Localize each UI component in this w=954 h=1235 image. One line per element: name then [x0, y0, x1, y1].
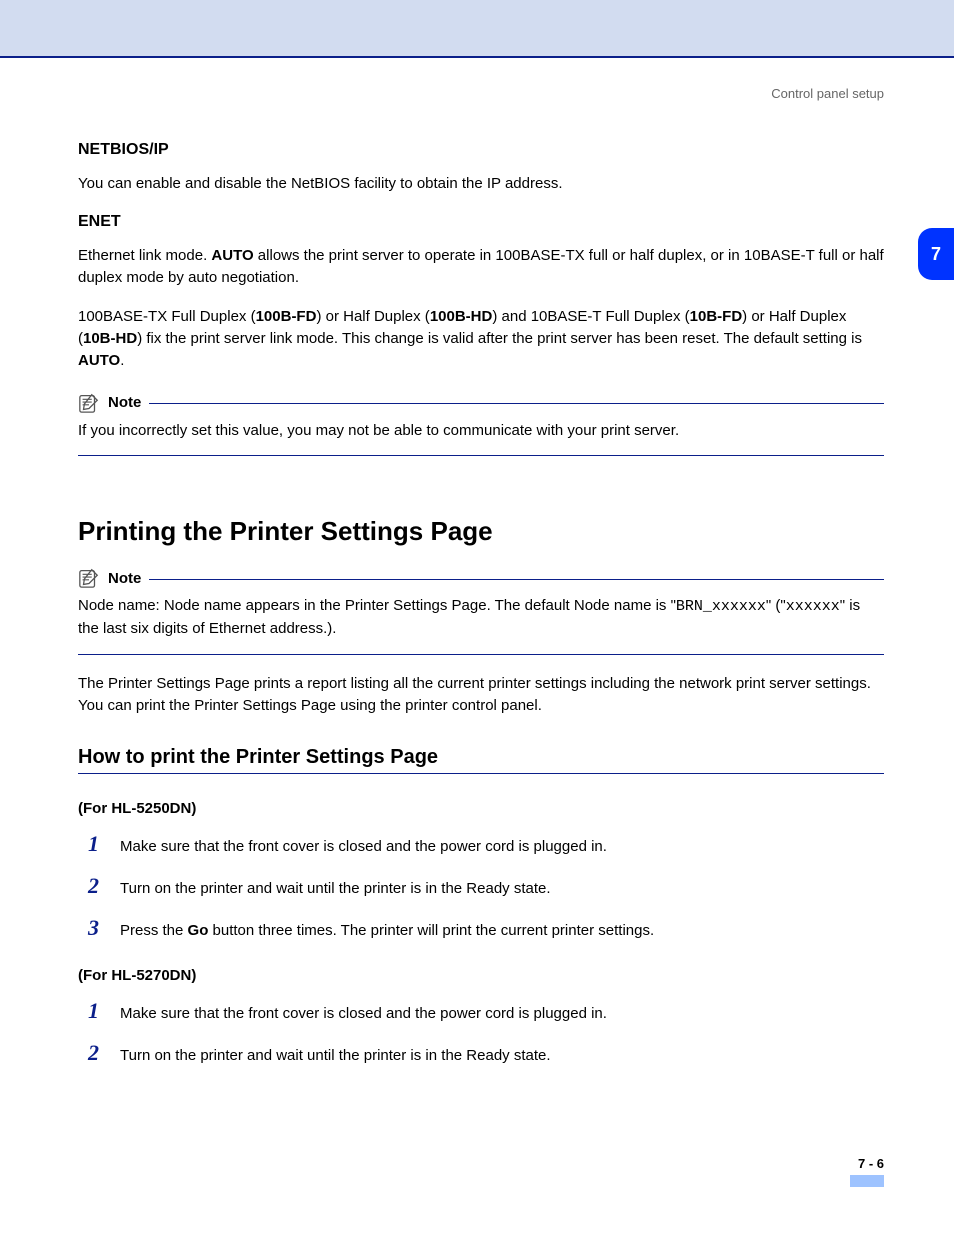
note-icon	[78, 392, 100, 414]
model-b-label: (For HL-5270DN)	[78, 967, 884, 984]
intro-paragraph: The Printer Settings Page prints a repor…	[78, 673, 884, 717]
note-body: Node name: Node name appears in the Prin…	[78, 595, 884, 640]
list-item: 2Turn on the printer and wait until the …	[88, 1040, 884, 1066]
note-enet: Note If you incorrectly set this value, …	[78, 392, 884, 457]
netbios-body: You can enable and disable the NetBIOS f…	[78, 173, 884, 195]
heading-enet: ENET	[78, 213, 884, 231]
enet-p1: Ethernet link mode. AUTO allows the prin…	[78, 245, 884, 289]
note-body: If you incorrectly set this value, you m…	[78, 420, 884, 442]
section-title: Printing the Printer Settings Page	[78, 516, 884, 547]
list-item: 1Make sure that the front cover is close…	[88, 831, 884, 857]
model-a-label: (For HL-5250DN)	[78, 800, 884, 817]
subsection-title: How to print the Printer Settings Page	[78, 746, 884, 774]
enet-p2: 100BASE-TX Full Duplex (100B-FD) or Half…	[78, 306, 884, 371]
list-item: 1Make sure that the front cover is close…	[88, 998, 884, 1024]
model-a-steps: 1Make sure that the front cover is close…	[78, 831, 884, 941]
running-head: Control panel setup	[78, 86, 884, 101]
list-item: 2Turn on the printer and wait until the …	[88, 873, 884, 899]
note-icon	[78, 567, 100, 589]
top-bar	[0, 0, 954, 58]
heading-netbios: NETBIOS/IP	[78, 141, 884, 159]
model-b-steps: 1Make sure that the front cover is close…	[78, 998, 884, 1066]
chapter-tab: 7	[918, 228, 954, 280]
page-number: 7 - 6	[78, 1156, 884, 1171]
footer-accent	[850, 1175, 884, 1187]
note-label: Note	[108, 570, 141, 587]
note-nodename: Note Node name: Node name appears in the…	[78, 567, 884, 655]
list-item: 3Press the Go button three times. The pr…	[88, 915, 884, 941]
note-label: Note	[108, 394, 141, 411]
